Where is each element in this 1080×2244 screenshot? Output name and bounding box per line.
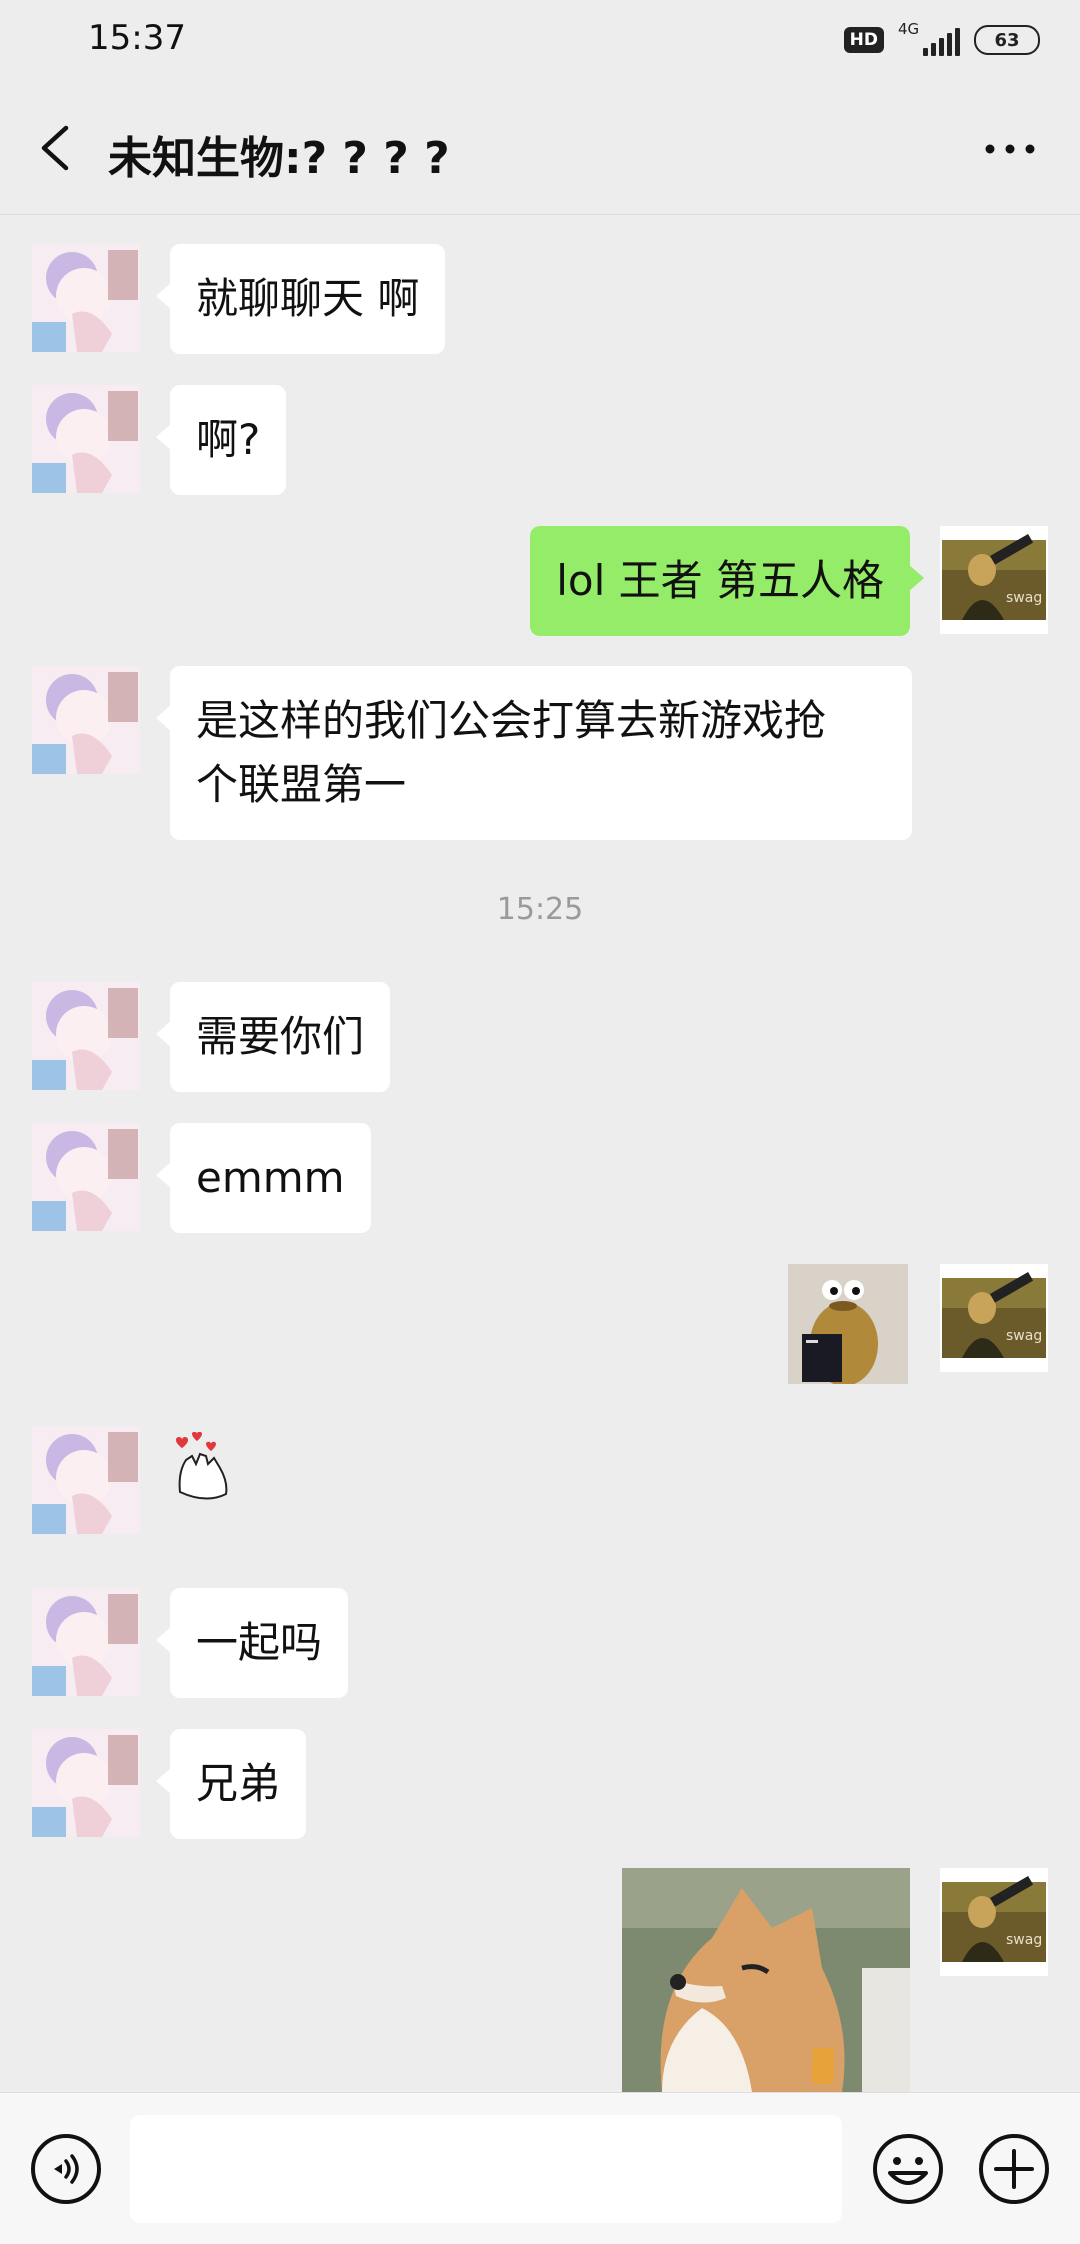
message-text-line: 是这样的我们公会打算去新游戏抢 bbox=[196, 696, 827, 745]
add-attachment-icon[interactable] bbox=[976, 2131, 1052, 2207]
status-icons: HD 4G 63 bbox=[843, 20, 1040, 58]
signal-icon: 4G bbox=[898, 20, 960, 58]
message-text-line: 个联盟第一 bbox=[196, 760, 407, 809]
my-avatar[interactable]: swag bbox=[940, 1868, 1048, 1976]
message-text: emmm bbox=[196, 1153, 345, 1202]
contact-avatar[interactable] bbox=[32, 1426, 140, 1534]
shiba-dog-sticker[interactable] bbox=[622, 1868, 910, 2092]
incoming-message[interactable]: 需要你们 bbox=[155, 982, 391, 1092]
network-type: 4G bbox=[898, 20, 920, 38]
incoming-message[interactable]: 一起吗 bbox=[155, 1588, 349, 1698]
incoming-message[interactable]: emmm bbox=[156, 1123, 371, 1233]
contact-avatar[interactable] bbox=[32, 1588, 140, 1696]
incoming-message[interactable]: 是这样的我们公会打算去新游戏抢 个联盟第一 bbox=[156, 666, 912, 840]
battery-icon: 63 bbox=[974, 25, 1040, 55]
avatar-caption: swag bbox=[1006, 1328, 1042, 1344]
contact-avatar[interactable] bbox=[32, 982, 140, 1090]
contact-avatar[interactable] bbox=[32, 1729, 140, 1837]
message-text: 一起吗 bbox=[196, 1618, 323, 1667]
contact-avatar[interactable] bbox=[32, 244, 140, 352]
contact-avatar[interactable] bbox=[32, 666, 140, 774]
back-arrow-icon[interactable] bbox=[30, 118, 86, 178]
incoming-message[interactable]: 啊? bbox=[155, 385, 287, 495]
message-text: lol 王者 第五人格 bbox=[556, 556, 884, 605]
incoming-message[interactable]: 就聊聊天 啊 bbox=[155, 244, 446, 354]
input-bar bbox=[0, 2092, 1080, 2244]
chat-header: 未知生物:? ? ? ? bbox=[0, 82, 1080, 215]
status-bar: 15:37 HD 4G 63 bbox=[0, 0, 1080, 82]
message-input[interactable] bbox=[130, 2115, 842, 2223]
my-avatar[interactable]: swag bbox=[940, 1264, 1048, 1372]
more-options-icon[interactable] bbox=[980, 124, 1040, 174]
contact-avatar[interactable] bbox=[32, 385, 140, 493]
chat-screen: 15:37 HD 4G 63 未知生物:? ? ? ? 就聊聊天 啊 啊? lo… bbox=[0, 0, 1080, 2244]
voice-input-icon[interactable] bbox=[28, 2131, 104, 2207]
cheering-hands-sticker[interactable] bbox=[170, 1432, 240, 1504]
emoji-icon[interactable] bbox=[870, 2131, 946, 2207]
my-avatar[interactable]: swag bbox=[940, 526, 1048, 634]
message-text: 兄弟 bbox=[196, 1759, 281, 1808]
battery-level: 63 bbox=[994, 29, 1020, 51]
outgoing-message[interactable]: lol 王者 第五人格 bbox=[530, 526, 924, 636]
chat-title: 未知生物:? ? ? ? bbox=[108, 133, 450, 184]
incoming-message[interactable]: 兄弟 bbox=[155, 1729, 307, 1839]
status-time: 15:37 bbox=[88, 18, 186, 58]
chat-timestamp: 15:25 bbox=[496, 892, 584, 927]
message-text: 啊? bbox=[196, 415, 261, 464]
contact-avatar[interactable] bbox=[32, 1123, 140, 1231]
bean-figure-sticker[interactable] bbox=[788, 1264, 908, 1384]
message-text: 就聊聊天 啊 bbox=[196, 274, 420, 323]
hd-badge: HD bbox=[843, 27, 884, 53]
message-text: 需要你们 bbox=[196, 1012, 365, 1061]
avatar-caption: swag bbox=[1006, 1932, 1042, 1948]
avatar-caption: swag bbox=[1006, 590, 1042, 606]
